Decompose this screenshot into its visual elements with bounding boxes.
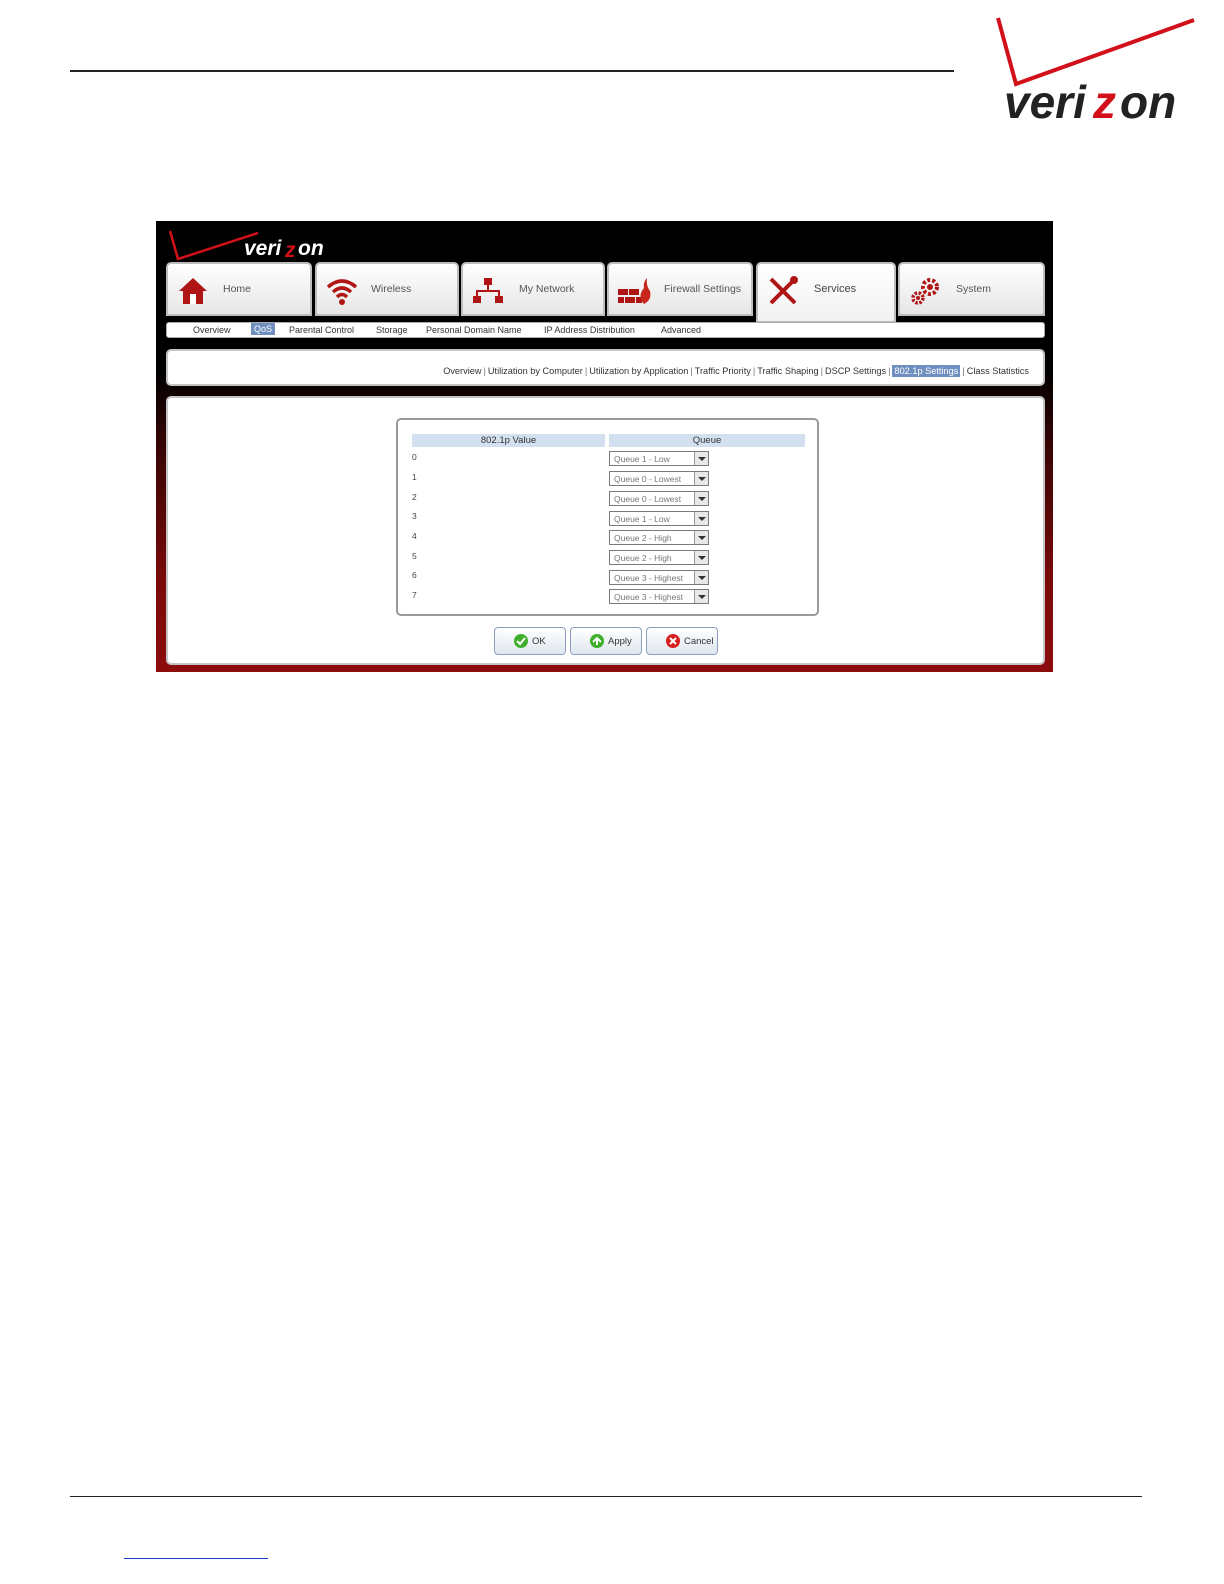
tab-firewall-settings[interactable]: Firewall Settings (607, 262, 753, 316)
verizon-page-logo: veri z on (990, 14, 1196, 132)
row-value: 1 (412, 472, 417, 482)
subnav-storage[interactable]: Storage (376, 325, 408, 335)
subnav-overview[interactable]: Overview (193, 325, 231, 335)
tab-services[interactable]: Services (756, 262, 896, 323)
queue-select-value: Queue 0 - Lowest (614, 474, 682, 484)
close-icon (666, 634, 680, 648)
header-rule (70, 70, 954, 72)
queue-select-value: Queue 2 - High (614, 533, 672, 543)
row-value: 6 (412, 570, 417, 580)
tab-my-network[interactable]: My Network (461, 262, 605, 316)
chevron-down-icon[interactable] (694, 452, 708, 465)
qos-nav-overview[interactable]: Overview (443, 366, 481, 376)
subnav-parental-control[interactable]: Parental Control (289, 325, 354, 335)
chevron-down-icon[interactable] (694, 492, 708, 505)
qos-nav-utilization-by-computer[interactable]: Utilization by Computer (488, 366, 583, 376)
row-value: 2 (412, 492, 417, 502)
tab-home[interactable]: Home (166, 262, 312, 316)
queue-select[interactable]: Queue 2 - High (609, 530, 709, 545)
chevron-down-icon[interactable] (694, 512, 708, 525)
svg-text:on: on (298, 237, 324, 260)
row-value: 3 (412, 511, 417, 521)
tab-wireless[interactable]: Wireless (315, 262, 459, 316)
subnav-qos[interactable]: QoS (251, 323, 276, 335)
column-header-queue: Queue (609, 434, 805, 447)
queue-select[interactable]: Queue 2 - High (609, 550, 709, 565)
chevron-down-icon[interactable] (694, 571, 708, 584)
row-value: 7 (412, 590, 417, 600)
subnav-advanced[interactable]: Advanced (661, 325, 701, 335)
footer-rule (70, 1496, 1142, 1497)
tab-my-network-label: My Network (519, 283, 575, 295)
qos-nav-traffic-shaping[interactable]: Traffic Shaping (757, 366, 818, 376)
row-value: 0 (412, 452, 417, 462)
8021p-table: 802.1p Value Queue 0 Queue 1 - Low 1 Que… (396, 418, 819, 616)
qos-nav-class-statistics[interactable]: Class Statistics (967, 366, 1029, 376)
network-icon (471, 276, 505, 306)
tools-icon (766, 276, 800, 306)
qos-nav-dscp-settings[interactable]: DSCP Settings (825, 366, 886, 376)
cancel-button-label: Cancel (684, 636, 714, 647)
chevron-down-icon[interactable] (694, 472, 708, 485)
queue-select-value: Queue 1 - Low (614, 514, 670, 524)
home-icon (176, 276, 210, 306)
tab-system-label: System (956, 283, 992, 295)
row-value: 4 (412, 531, 417, 541)
gears-icon (908, 276, 942, 306)
apply-icon (590, 634, 604, 648)
svg-text:z: z (284, 239, 296, 262)
queue-select[interactable]: Queue 1 - Low (609, 511, 709, 526)
svg-text:z: z (1092, 76, 1116, 128)
footer-link-underline[interactable] (124, 1558, 268, 1559)
qos-nav-traffic-priority[interactable]: Traffic Priority (695, 366, 751, 376)
queue-select-value: Queue 1 - Low (614, 454, 670, 464)
subnav-personal-domain-name[interactable]: Personal Domain Name (426, 325, 522, 335)
svg-text:on: on (1120, 76, 1176, 128)
queue-select[interactable]: Queue 3 - Highest (609, 589, 709, 604)
qos-nav-8021p-settings[interactable]: 802.1p Settings (892, 365, 961, 377)
svg-text:veri: veri (1004, 76, 1087, 128)
firewall-icon (617, 276, 651, 306)
ok-button-label: OK (532, 636, 546, 647)
chevron-down-icon[interactable] (694, 590, 708, 603)
cancel-button[interactable]: Cancel (646, 627, 718, 655)
tab-home-label: Home (223, 283, 252, 295)
ok-button[interactable]: OK (494, 627, 566, 655)
tab-firewall-settings-label: Firewall Settings (664, 283, 742, 295)
queue-select-value: Queue 3 - Highest (614, 573, 683, 583)
svg-text:veri: veri (244, 237, 283, 260)
tab-services-label: Services (814, 283, 857, 295)
tab-system[interactable]: System (898, 262, 1045, 316)
qos-nav: Overview | Utilization by Computer | Utiliza… (443, 365, 1029, 377)
check-icon (514, 634, 528, 648)
chevron-down-icon[interactable] (694, 551, 708, 564)
qos-nav-panel: Overview | Utilization by Computer | Utiliza… (166, 349, 1045, 386)
qos-nav-utilization-by-application[interactable]: Utilization by Application (589, 366, 688, 376)
queue-select-value: Queue 0 - Lowest (614, 494, 682, 504)
subnav-ip-address-distribution[interactable]: IP Address Distribution (544, 325, 635, 335)
apply-button-label: Apply (608, 636, 632, 647)
row-value: 5 (412, 551, 417, 561)
chevron-down-icon[interactable] (694, 531, 708, 544)
queue-select[interactable]: Queue 1 - Low (609, 451, 709, 466)
queue-select-value: Queue 3 - Highest (614, 592, 683, 602)
services-subnav: Overview QoS Parental Control Storage Pe… (166, 322, 1045, 338)
queue-select[interactable]: Queue 0 - Lowest (609, 471, 709, 486)
queue-select-value: Queue 2 - High (614, 553, 672, 563)
column-header-8021p-value: 802.1p Value (412, 434, 605, 447)
content-panel: 802.1p Value Queue 0 Queue 1 - Low 1 Que… (166, 396, 1045, 665)
queue-select[interactable]: Queue 0 - Lowest (609, 491, 709, 506)
apply-button[interactable]: Apply (570, 627, 642, 655)
router-ui-screenshot: veri z on Home Wireless My Network Firew… (156, 221, 1053, 672)
tab-wireless-label: Wireless (371, 283, 412, 295)
wireless-icon (325, 276, 359, 306)
queue-select[interactable]: Queue 3 - Highest (609, 570, 709, 585)
verizon-logo: veri z on (166, 225, 346, 265)
